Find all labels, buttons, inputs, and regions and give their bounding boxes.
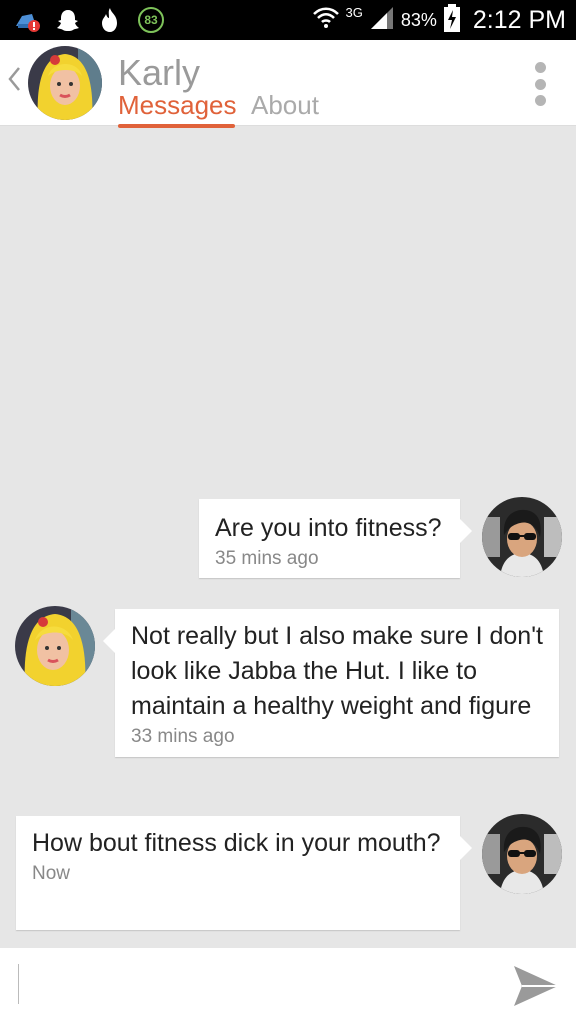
tab-messages[interactable]: Messages: [118, 90, 237, 121]
message-time: 35 mins ago: [215, 548, 319, 569]
message-bubble-sent[interactable]: Are you into fitness? 35 mins ago: [199, 499, 472, 578]
snapchat-ghost-icon: [54, 6, 82, 34]
my-avatar[interactable]: [482, 497, 562, 577]
send-icon[interactable]: [512, 964, 560, 1008]
message-time: 33 mins ago: [131, 726, 235, 747]
clock: 2:12 PM: [472, 5, 566, 34]
message-time: Now: [32, 863, 71, 884]
notification-count-badge: 83: [138, 7, 164, 33]
status-bar-system: 3G 83% 2:12 PM: [312, 0, 566, 40]
contact-name: Karly: [118, 52, 201, 93]
more-vert-icon[interactable]: [534, 62, 546, 106]
battery-charging-icon: [443, 3, 461, 38]
message-text: Not really but I also make sure I don't …: [131, 622, 543, 720]
contact-avatar[interactable]: [28, 46, 102, 120]
signal-icon: [369, 5, 395, 36]
status-bar-notifications: 83: [12, 4, 164, 36]
contact-message-avatar[interactable]: [15, 606, 95, 686]
active-tab-indicator: [118, 124, 235, 128]
chat-header: Karly Messages About: [0, 40, 576, 128]
message-bubble-sent[interactable]: How bout fitness dick in your mouth? Now: [16, 816, 472, 930]
back-chevron-icon[interactable]: [6, 64, 22, 102]
tinder-flame-icon: [96, 6, 124, 34]
my-avatar[interactable]: [482, 814, 562, 894]
composer-bar: [0, 948, 576, 1024]
more-dot: [534, 62, 546, 73]
wifi-icon: [312, 5, 340, 36]
more-dot: [534, 78, 546, 90]
message-text: Are you into fitness?: [215, 514, 442, 542]
battery-percent: 83%: [400, 9, 437, 30]
status-bar: 83 3G 83% 2:12 PM: [0, 0, 576, 40]
cleaner-warning-icon: [12, 6, 40, 34]
tab-about[interactable]: About: [251, 90, 319, 121]
network-type: 3G: [345, 4, 363, 20]
message-bubble-received[interactable]: Not really but I also make sure I don't …: [103, 609, 559, 757]
message-input[interactable]: [18, 960, 498, 1008]
more-dot: [534, 95, 546, 106]
message-text: How bout fitness dick in your mouth?: [32, 829, 441, 857]
